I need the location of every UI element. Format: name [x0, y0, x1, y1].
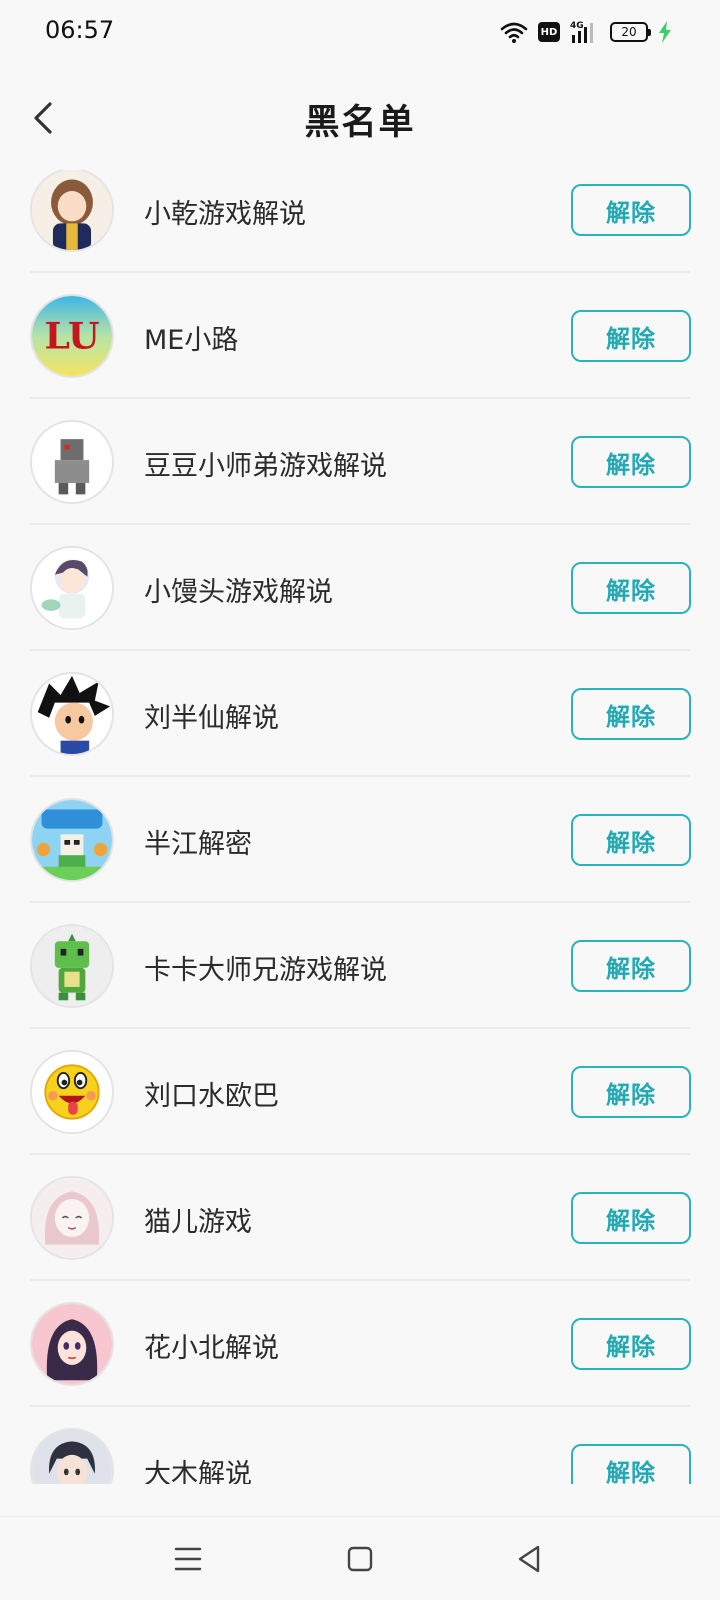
goku-avatar — [32, 674, 112, 754]
unblock-button[interactable]: 解除 — [571, 1192, 691, 1244]
list-item: 花小北解说 解除 — [0, 1281, 720, 1407]
menu-icon — [174, 1547, 202, 1571]
list-item: 刘口水欧巴 解除 — [0, 1029, 720, 1155]
green-dino-avatar — [32, 926, 112, 1006]
avatar — [30, 672, 114, 756]
page-title: 黑名单 — [304, 103, 416, 143]
list-item: 小馒头游戏解说 解除 — [0, 525, 720, 651]
row-name: ME小路 — [144, 325, 239, 356]
list-item: LU ME小路 解除 — [0, 273, 720, 399]
list-item: 刘半仙解说 解除 — [0, 651, 720, 777]
avatar — [30, 1176, 114, 1260]
back-triangle-icon — [518, 1545, 540, 1573]
unblock-button[interactable]: 解除 — [571, 940, 691, 992]
hd-icon: HD — [538, 22, 560, 42]
avatar — [30, 1302, 114, 1386]
avatar — [30, 1428, 114, 1484]
list-item: 小乾游戏解说 解除 — [0, 170, 720, 273]
dark-hair-girl-avatar — [32, 1304, 112, 1384]
svg-text:LU: LU — [44, 314, 99, 357]
game-poster-avatar — [32, 800, 112, 880]
menu-button[interactable] — [166, 1537, 210, 1581]
unblock-button[interactable]: 解除 — [571, 1444, 691, 1484]
avatar — [30, 798, 114, 882]
back-nav-button[interactable] — [508, 1537, 552, 1581]
row-name: 小馒头游戏解说 — [144, 577, 333, 608]
anime-boy-avatar — [32, 548, 112, 628]
wifi-icon — [500, 22, 528, 43]
row-name: 半江解密 — [144, 829, 252, 860]
list-item: 豆豆小师弟游戏解说 解除 — [0, 399, 720, 525]
battery-icon: 20 — [610, 22, 651, 42]
sketch-girl-avatar — [32, 1178, 112, 1258]
svg-text:4G: 4G — [570, 21, 584, 31]
lu-text-avatar: LU — [32, 296, 112, 376]
avatar — [30, 924, 114, 1008]
unblock-button[interactable]: 解除 — [571, 436, 691, 488]
signal-4g-icon: 4G — [570, 21, 593, 43]
row-name: 花小北解说 — [144, 1333, 279, 1364]
avatar — [30, 420, 114, 504]
unblock-button[interactable]: 解除 — [571, 814, 691, 866]
unblock-button[interactable]: 解除 — [571, 184, 691, 236]
blacklist-screen: 06:57 HD 4G 20 黑名单 小乾游戏解说 解除 LU ME小路 解除 … — [0, 0, 720, 1600]
anime-girl-avatar — [32, 170, 112, 250]
row-name: 豆豆小师弟游戏解说 — [144, 451, 387, 482]
unblock-button[interactable]: 解除 — [571, 1318, 691, 1370]
row-name: 刘口水欧巴 — [144, 1081, 279, 1112]
unblock-button[interactable]: 解除 — [571, 688, 691, 740]
list-item: 大木解说 解除 — [0, 1407, 720, 1484]
system-nav-bar — [0, 1516, 720, 1600]
robot-avatar — [32, 422, 112, 502]
status-icons: HD 4G 20 — [500, 18, 672, 46]
row-name: 大木解说 — [144, 1459, 252, 1484]
avatar — [30, 1050, 114, 1134]
charging-bolt-icon — [659, 21, 671, 43]
home-button[interactable] — [338, 1537, 382, 1581]
row-name: 刘半仙解说 — [144, 703, 279, 734]
unblock-button[interactable]: 解除 — [571, 562, 691, 614]
page-header: 黑名单 — [0, 64, 720, 174]
list-item: 卡卡大师兄游戏解说 解除 — [0, 903, 720, 1029]
avatar — [30, 546, 114, 630]
row-name: 卡卡大师兄游戏解说 — [144, 955, 387, 986]
anime-boy-dark-avatar — [32, 1430, 112, 1484]
list-item: 猫儿游戏 解除 — [0, 1155, 720, 1281]
avatar — [30, 170, 114, 252]
unblock-button[interactable]: 解除 — [571, 1066, 691, 1118]
avatar: LU — [30, 294, 114, 378]
status-time: 06:57 — [45, 16, 115, 44]
emoji-face-avatar — [32, 1052, 112, 1132]
row-name: 小乾游戏解说 — [144, 199, 306, 230]
list-item: 半江解密 解除 — [0, 777, 720, 903]
blocklist: 小乾游戏解说 解除 LU ME小路 解除 豆豆小师弟游戏解说 解除 小馒头游戏解… — [0, 170, 720, 1484]
row-name: 猫儿游戏 — [144, 1207, 252, 1238]
status-bar: 06:57 HD 4G 20 — [0, 0, 720, 64]
unblock-button[interactable]: 解除 — [571, 310, 691, 362]
home-square-icon — [347, 1546, 373, 1572]
